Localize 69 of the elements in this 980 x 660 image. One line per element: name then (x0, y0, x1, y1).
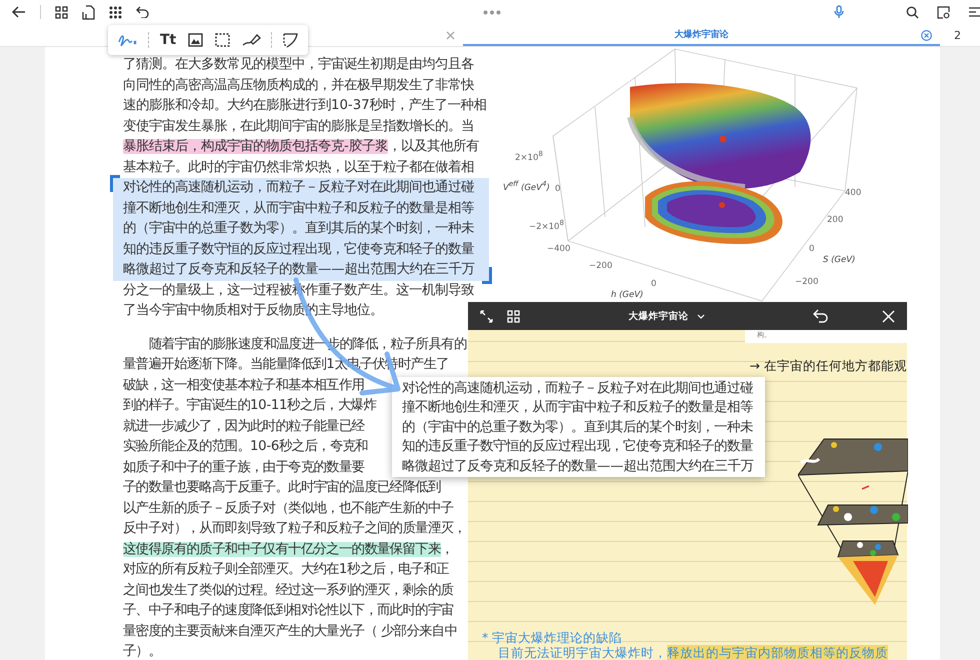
text-line: 略微超过了反夸克和反轻子的数量——超出范围大约在三千万 (123, 260, 475, 279)
text-line: 的（宇宙中的总重子数为零）。直到其后的某个时刻，一种未 (123, 220, 474, 238)
tick-label: 0 (651, 279, 656, 289)
selection-handle[interactable] (482, 266, 492, 284)
text-line: 对应的所有反粒子则全部湮灭。大约在1秒之后，电子和正 (123, 560, 449, 579)
menu-icon[interactable] (968, 6, 980, 18)
axis-label: V$^{eff}$ (GeV$^{4}$) (503, 179, 550, 193)
text-line: 暴胀结束后，构成宇宙的物质包括夸克-胶子浆，以及其他所有 (123, 138, 479, 156)
tick-label: −400 (547, 244, 570, 254)
text-line: 对论性的高速随机运动，而粒子－反粒子对在此期间也通过碰 (123, 178, 474, 197)
text-popup: 对论性的高速随机运动，而粒子－反粒子对在此期间也通过碰 撞不断地创生和湮灭，从而宇宙中粒子和反粒子的数量是相等 的（宇宙中的总重子数为零）。直到其后的某个时刻，一种未 知的违反重子数守恒的反应过程出现，它使夸克和轻子的数量 略微超过了反夸克和反轻子的数量——超出范围大约在三千万 (392, 377, 765, 478)
text-tool-button[interactable]: Tt (158, 30, 178, 50)
handwritten-note: → 在宇宙的任何地方都能观 (750, 358, 907, 375)
text-line: 就进一步减少了，因为此时的粒子能量已经 (123, 418, 364, 436)
undo-icon[interactable] (136, 6, 149, 18)
grid-icon[interactable] (55, 6, 68, 18)
grid-icon[interactable] (507, 310, 520, 322)
text-line: 子）。 (123, 643, 162, 660)
contour-point (719, 202, 725, 208)
axis-label: h (GeV) (611, 290, 644, 300)
text-line: 子的数量也要略高于反重子。此时宇宙的温度已经降低到 (123, 478, 441, 497)
dashed-rectangle-icon (215, 33, 230, 47)
note-heading: * 宇宙大爆炸理论的缺陷 (482, 630, 624, 645)
text-line: 了猜测。在大多数常见的模型中，宇宙诞生初期是由均匀且各 (123, 56, 474, 74)
image-tool-button[interactable] (186, 31, 206, 49)
axis-label: S (GeV) (823, 255, 856, 265)
expand-icon[interactable] (480, 310, 493, 322)
text-line: 破缺，这一相变使基本粒子和基本相互作用 (123, 376, 364, 394)
chevron-icon (696, 314, 704, 318)
text-line: 量密度的主要贡献来自湮灭产生的大量光子（ 少部分来自中 (123, 622, 458, 640)
lasso-tool-button[interactable] (281, 30, 300, 50)
text-line: 实验所能企及的范围。10-6秒之后，夸克和 (123, 438, 368, 456)
lasso-icon (283, 32, 298, 48)
tick-label: 0 (555, 184, 560, 194)
text-line: 基本粒子。此时的宇宙仍然非常炽热，以至于粒子都在做着相 (123, 158, 474, 176)
text-line: 到的样子。宇宙诞生的10-11秒之后，大爆炸 (123, 396, 376, 415)
text-line: 知的违反重子数守恒的反应过程出现，它使夸克和轻子的数量 (123, 240, 474, 258)
text-line: 变使宇宙发生暴胀，在此期间宇宙的膨胀是呈指数增长的。当 (123, 118, 474, 136)
more-icon[interactable] (482, 10, 500, 14)
handwritten-note: 目前无法证明宇宙大爆炸时，释放出的与宇宙内部物质相等的反物质 (497, 645, 889, 660)
text-line: 撞不断地创生和湮灭，从而宇宙中粒子和反粒子的数量是相等 (123, 200, 474, 218)
pen-icon (118, 33, 138, 47)
tick-label: 2×10$^{8}$ (515, 149, 543, 163)
tick-label: −2×10$^{8}$ (529, 218, 564, 232)
image-icon (188, 33, 204, 47)
text-line: 以产生新的质子－反质子对（类似地，也不能产生新的中子 (123, 500, 454, 518)
back-icon[interactable] (12, 6, 26, 18)
text-line: 向同性的高密高温高压物质构成的，并在极早期发生了非常快 (123, 76, 474, 94)
document-icon[interactable] (82, 4, 95, 20)
select-tool-button[interactable] (213, 31, 232, 49)
tick-label: −200 (795, 277, 818, 287)
text-line: 子、中子和电子的速度降低到相对论性以下，而此时的宇宙 (123, 602, 454, 620)
highlighter-icon (242, 33, 262, 47)
surface-point (720, 136, 726, 142)
search-icon[interactable] (906, 6, 919, 18)
page-count: 2 (954, 28, 961, 42)
tick-label: 400 (845, 188, 862, 198)
screen-icon[interactable] (937, 6, 950, 18)
tick-label: 0 (809, 244, 814, 254)
text-line: 反中子对），从而即刻导致了粒子和反粒子之间的质量湮灭， (123, 520, 466, 538)
selection-handle[interactable] (110, 175, 120, 192)
text-line: 如质子和中子的重子族，由于夸克的数量要 (123, 458, 364, 476)
note-title-dropdown[interactable]: 大爆炸宇宙论 (628, 310, 704, 322)
microphone-icon[interactable] (834, 5, 844, 19)
tick-label: 200 (827, 215, 844, 225)
text-line: 之间也发生了类似的过程。经过这一系列的湮灭，剩余的质 (123, 582, 454, 600)
text-line: 速的膨胀和冷却。大约在膨胀进行到10-37秒时，产生了一种相 (123, 96, 487, 115)
tick-label: −200 (589, 261, 612, 271)
apps-icon[interactable] (109, 6, 122, 18)
